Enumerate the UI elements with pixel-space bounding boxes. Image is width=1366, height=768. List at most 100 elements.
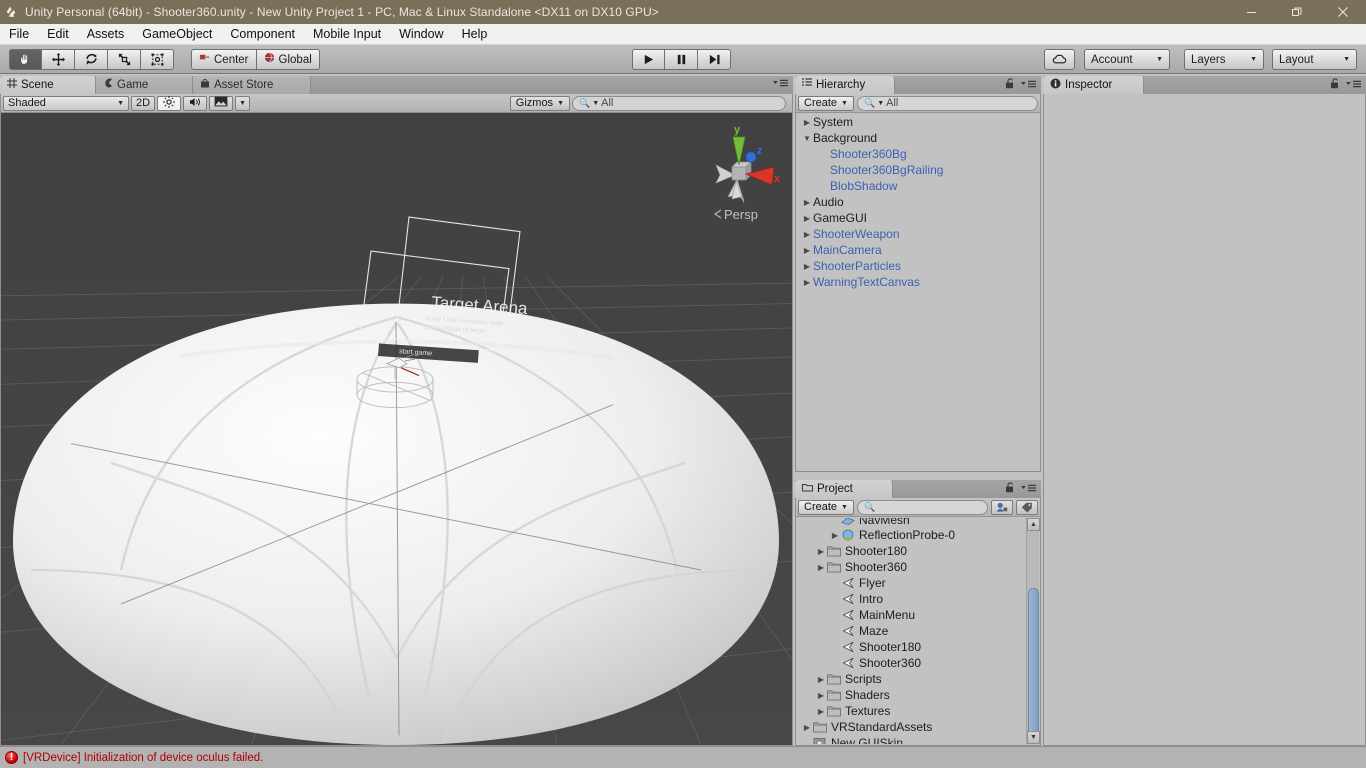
project-item-scripts[interactable]: ▶ Scripts — [797, 671, 1025, 687]
menu-gameobject[interactable]: GameObject — [133, 24, 221, 45]
account-dropdown[interactable]: Account ▼ — [1084, 49, 1170, 70]
hand-tool-button[interactable] — [9, 49, 42, 70]
project-item-new-guiskin[interactable]: New GUISkin — [797, 735, 1025, 744]
scroll-up-icon[interactable]: ▲ — [1027, 518, 1040, 531]
scrollbar-thumb[interactable] — [1028, 588, 1039, 738]
hierarchy-item-gamegui[interactable]: ▶ GameGUI — [797, 210, 1039, 226]
layout-dropdown[interactable]: Layout ▼ — [1272, 49, 1357, 70]
pause-button[interactable] — [665, 49, 698, 70]
hierarchy-item-warningtextcanvas[interactable]: ▶ WarningTextCanvas — [797, 274, 1039, 290]
hierarchy-create-button[interactable]: Create ▼ — [798, 95, 854, 111]
menu-help[interactable]: Help — [453, 24, 497, 45]
disclosure-collapsed-icon[interactable]: ▶ — [801, 278, 813, 287]
project-item-vrstandardassets[interactable]: ▶ VRStandardAssets — [797, 719, 1025, 735]
disclosure-collapsed-icon[interactable]: ▶ — [801, 723, 813, 732]
lock-open-icon[interactable] — [1005, 78, 1015, 92]
scroll-down-icon[interactable]: ▼ — [1027, 731, 1040, 744]
project-item-shooter180[interactable]: ▶ Shooter180 — [797, 543, 1025, 559]
hierarchy-item-shooterparticles[interactable]: ▶ ShooterParticles — [797, 258, 1039, 274]
hierarchy-item-audio[interactable]: ▶ Audio — [797, 194, 1039, 210]
filter-by-type-icon[interactable] — [991, 499, 1013, 515]
project-item-shooter360[interactable]: ▶ Shooter360 — [797, 559, 1025, 575]
project-item-shooter180[interactable]: Shooter180 — [797, 639, 1025, 655]
disclosure-collapsed-icon[interactable]: ▶ — [801, 262, 813, 271]
tab-project[interactable]: Project — [795, 480, 893, 498]
tab-asset-store[interactable]: Asset Store — [193, 76, 311, 94]
scale-tool-button[interactable] — [108, 49, 141, 70]
project-item-intro[interactable]: Intro — [797, 591, 1025, 607]
scene-effects-button[interactable] — [209, 95, 234, 111]
hierarchy-item-background[interactable]: ▼ Background — [797, 130, 1039, 146]
project-item-flyer[interactable]: Flyer — [797, 575, 1025, 591]
scene-audio-button[interactable] — [183, 95, 208, 111]
project-item-textures[interactable]: ▶ Textures — [797, 703, 1025, 719]
statusbar[interactable]: ! [VRDevice] Initialization of device oc… — [0, 746, 1366, 768]
project-item-mainmenu[interactable]: MainMenu — [797, 607, 1025, 623]
panel-menu-icon[interactable] — [1019, 482, 1037, 496]
disclosure-collapsed-icon[interactable]: ▶ — [829, 531, 841, 540]
hierarchy-search-input[interactable]: 🔍 ▼ All — [856, 95, 1038, 111]
hierarchy-item-shooter360bg[interactable]: Shooter360Bg — [797, 146, 1039, 162]
pivot-mode-button[interactable]: Center — [191, 49, 257, 70]
menu-assets[interactable]: Assets — [78, 24, 134, 45]
gizmos-dropdown[interactable]: Gizmos ▼ — [509, 95, 570, 111]
close-button[interactable] — [1320, 0, 1366, 24]
tab-game[interactable]: Game — [96, 76, 193, 94]
scene-effects-dropdown[interactable]: ▼ — [235, 95, 250, 111]
step-button[interactable] — [698, 49, 731, 70]
disclosure-collapsed-icon[interactable]: ▶ — [801, 118, 813, 127]
disclosure-collapsed-icon[interactable]: ▶ — [801, 246, 813, 255]
draw-mode-dropdown[interactable]: Shaded ▼ — [3, 95, 129, 111]
project-scrollbar[interactable]: ▲ ▼ — [1026, 518, 1040, 744]
disclosure-collapsed-icon[interactable]: ▶ — [815, 675, 827, 684]
project-search-input[interactable]: 🔍 — [856, 499, 988, 515]
scene-panel-menu[interactable] — [771, 78, 789, 88]
disclosure-collapsed-icon[interactable]: ▶ — [801, 230, 813, 239]
disclosure-collapsed-icon[interactable]: ▶ — [815, 707, 827, 716]
hierarchy-item-shooterweapon[interactable]: ▶ ShooterWeapon — [797, 226, 1039, 242]
panel-menu-icon[interactable] — [1019, 78, 1037, 92]
disclosure-collapsed-icon[interactable]: ▶ — [815, 547, 827, 556]
scene-orientation-gizmo[interactable]: y z x Persp — [694, 119, 784, 229]
pivot-rotation-button[interactable]: Global — [256, 49, 320, 70]
disclosure-expanded-icon[interactable]: ▼ — [801, 134, 813, 143]
hierarchy-tree[interactable]: ▶ System ▼ Background Shooter360Bg Shooter360… — [797, 114, 1039, 470]
cloud-services-button[interactable] — [1044, 49, 1075, 70]
hierarchy-item-shooter360bgrailing[interactable]: Shooter360BgRailing — [797, 162, 1039, 178]
menu-edit[interactable]: Edit — [38, 24, 78, 45]
tab-hierarchy[interactable]: Hierarchy — [795, 76, 895, 94]
filter-by-label-icon[interactable] — [1016, 499, 1038, 515]
project-tree[interactable]: NavMesh ▶ ReflectionProbe-0 ▶ Shooter180 ▶ Sho… — [797, 518, 1025, 744]
menu-component[interactable]: Component — [221, 24, 304, 45]
lock-open-icon[interactable] — [1005, 482, 1015, 496]
project-item-navmesh[interactable]: NavMesh — [797, 518, 1025, 527]
project-item-shaders[interactable]: ▶ Shaders — [797, 687, 1025, 703]
lock-open-icon[interactable] — [1330, 78, 1340, 92]
menu-window[interactable]: Window — [390, 24, 452, 45]
move-tool-button[interactable] — [42, 49, 75, 70]
project-create-button[interactable]: Create ▼ — [798, 499, 854, 515]
toggle-2d-button[interactable]: 2D — [131, 95, 156, 111]
disclosure-collapsed-icon[interactable]: ▶ — [801, 214, 813, 223]
menu-mobile-input[interactable]: Mobile Input — [304, 24, 390, 45]
play-button[interactable] — [632, 49, 665, 70]
disclosure-collapsed-icon[interactable]: ▶ — [801, 198, 813, 207]
tab-inspector[interactable]: Inspector — [1043, 76, 1144, 94]
scene-lighting-button[interactable] — [157, 95, 182, 111]
project-item-reflectionprobe-0[interactable]: ▶ ReflectionProbe-0 — [797, 527, 1025, 543]
panel-menu-icon[interactable] — [1344, 78, 1362, 92]
menu-file[interactable]: File — [0, 24, 38, 45]
scene-viewport[interactable]: Target Arena score / hits / accuracy sta… — [1, 113, 792, 745]
maximize-button[interactable] — [1274, 0, 1320, 24]
scene-search-input[interactable]: 🔍 ▼ All — [572, 95, 786, 111]
project-item-maze[interactable]: Maze — [797, 623, 1025, 639]
project-item-shooter360[interactable]: Shooter360 — [797, 655, 1025, 671]
rect-tool-button[interactable] — [141, 49, 174, 70]
hierarchy-item-blobshadow[interactable]: BlobShadow — [797, 178, 1039, 194]
disclosure-collapsed-icon[interactable]: ▶ — [815, 691, 827, 700]
minimize-button[interactable] — [1228, 0, 1274, 24]
hierarchy-item-maincamera[interactable]: ▶ MainCamera — [797, 242, 1039, 258]
tab-scene[interactable]: Scene — [0, 76, 96, 94]
rotate-tool-button[interactable] — [75, 49, 108, 70]
disclosure-collapsed-icon[interactable]: ▶ — [815, 563, 827, 572]
